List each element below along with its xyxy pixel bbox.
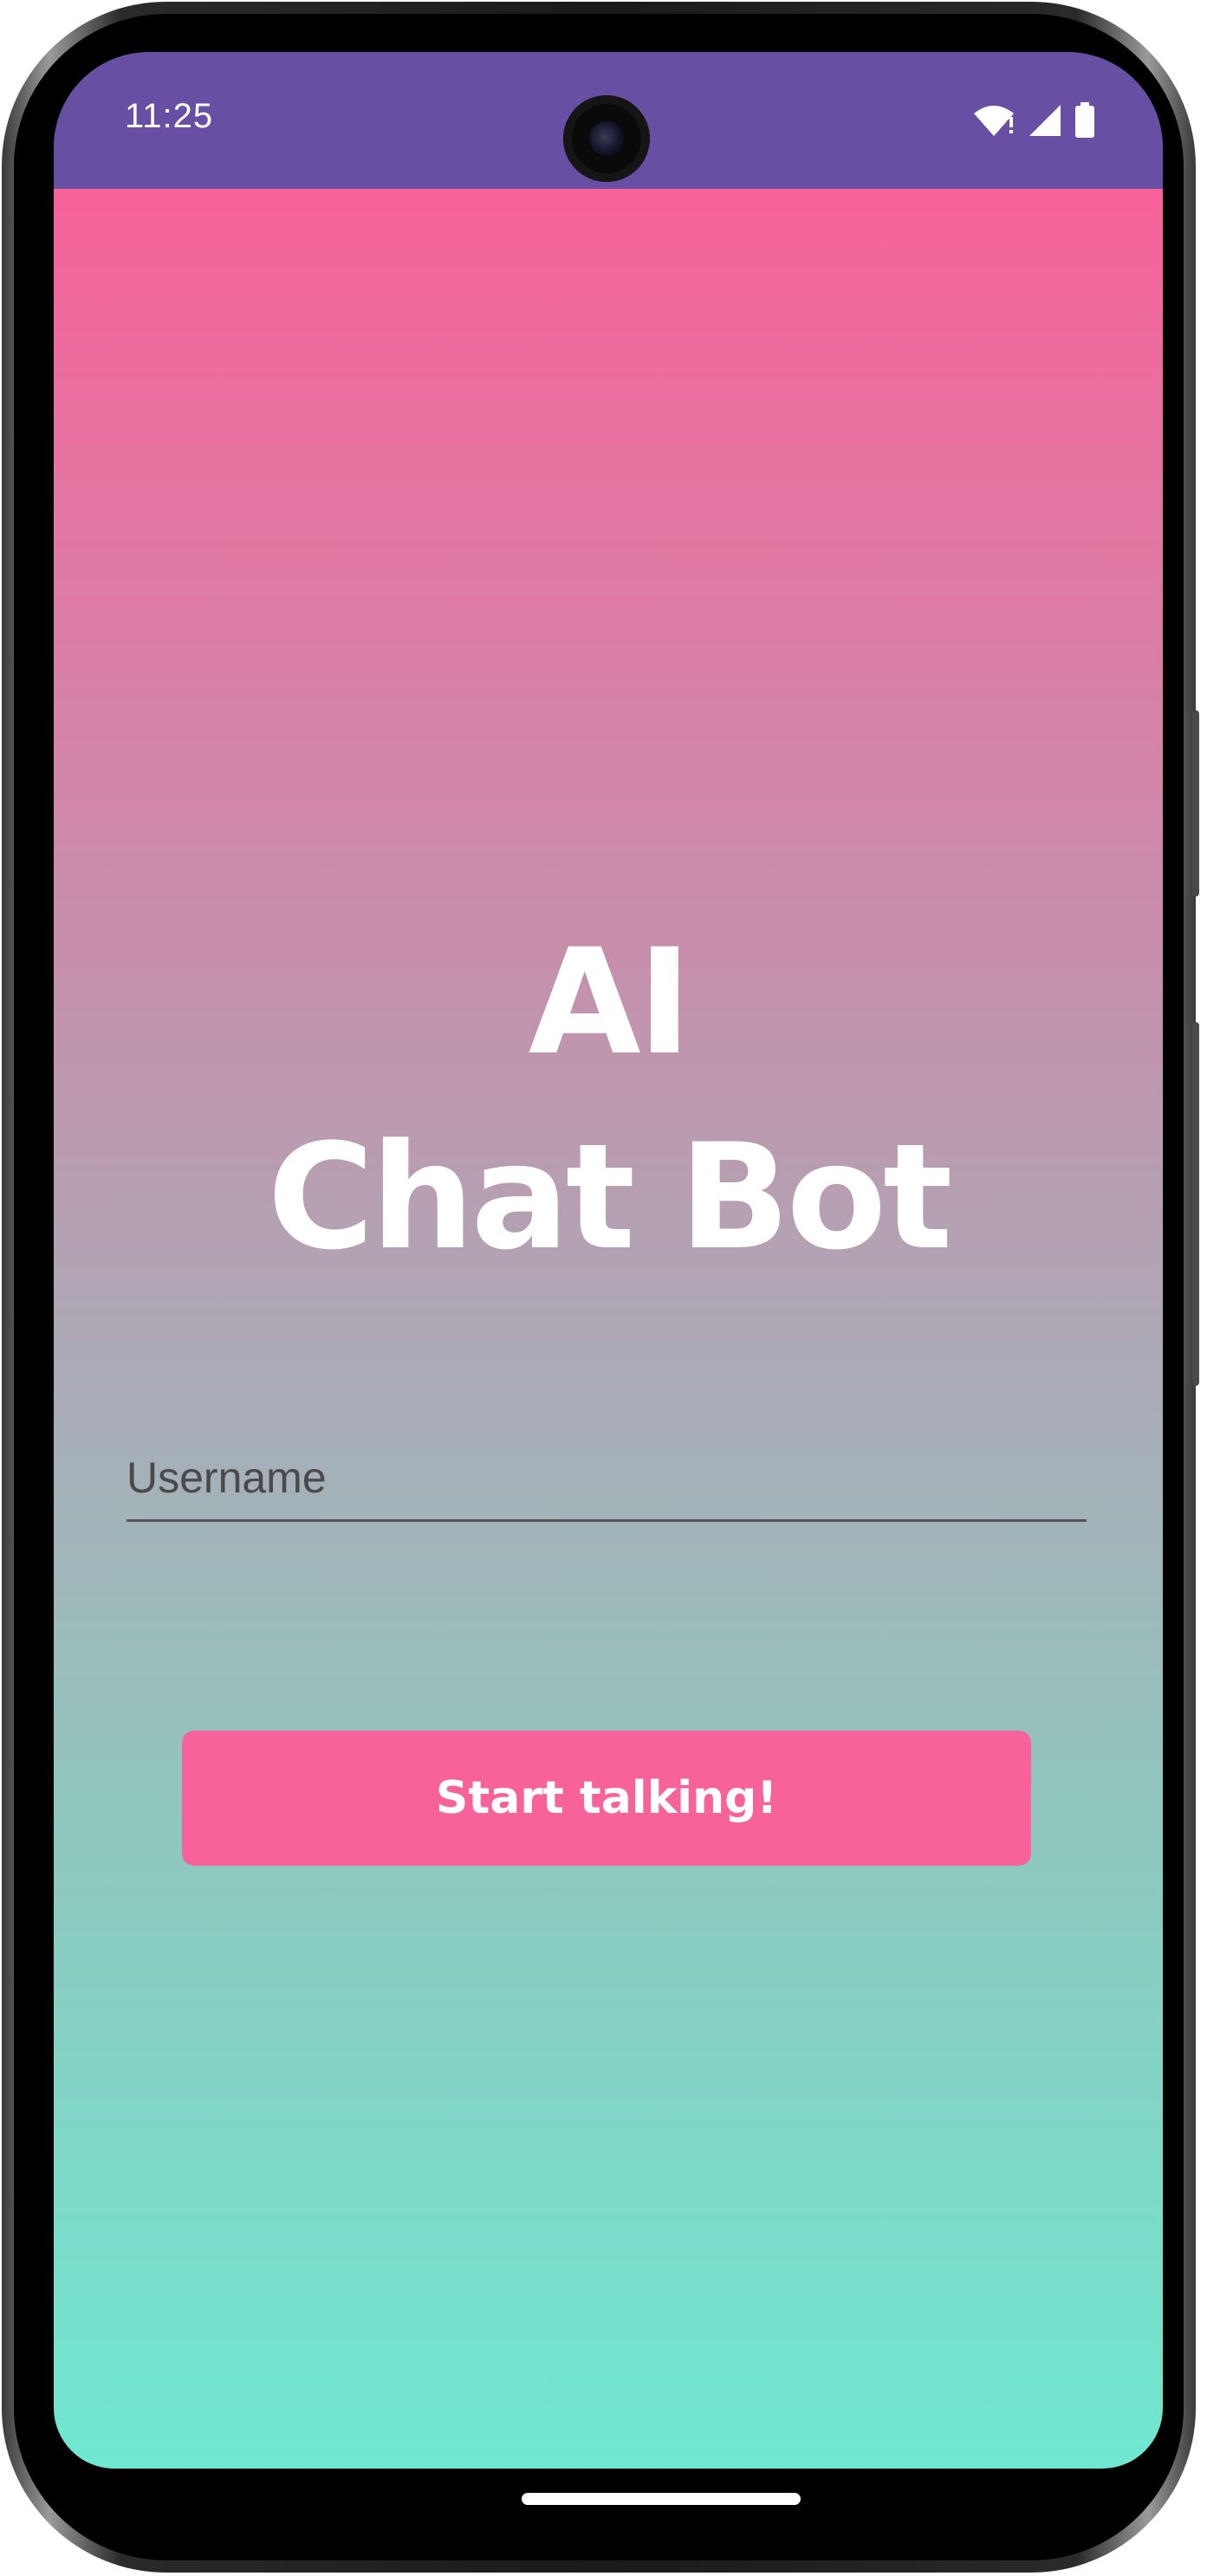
home-indicator[interactable] <box>522 2493 801 2505</box>
phone-screen: 11:25 AI Chat Bot Username Start talking… <box>54 52 1163 2469</box>
status-bar: 11:25 <box>54 52 1163 189</box>
username-field <box>127 1436 1087 1523</box>
status-icons <box>972 102 1095 142</box>
phone-device: 11:25 AI Chat Bot Username Start talking… <box>0 0 1220 2576</box>
app-background: AI Chat Bot Start talking! <box>54 189 1163 2469</box>
navigation-area <box>54 2465 1163 2545</box>
front-camera <box>563 95 650 182</box>
volume-button <box>1192 1022 1199 1386</box>
battery-icon <box>1074 102 1095 142</box>
start-talking-button[interactable]: Start talking! <box>182 1731 1031 1866</box>
power-button <box>1192 710 1199 896</box>
camera-lens <box>589 121 624 156</box>
signal-icon <box>1028 103 1062 141</box>
wifi-icon <box>972 103 1016 141</box>
status-time: 11:25 <box>125 97 214 135</box>
app-title-line-2: Chat Bot <box>267 1112 953 1282</box>
username-input[interactable] <box>127 1436 1087 1522</box>
app-title-line-1: AI <box>528 917 692 1087</box>
